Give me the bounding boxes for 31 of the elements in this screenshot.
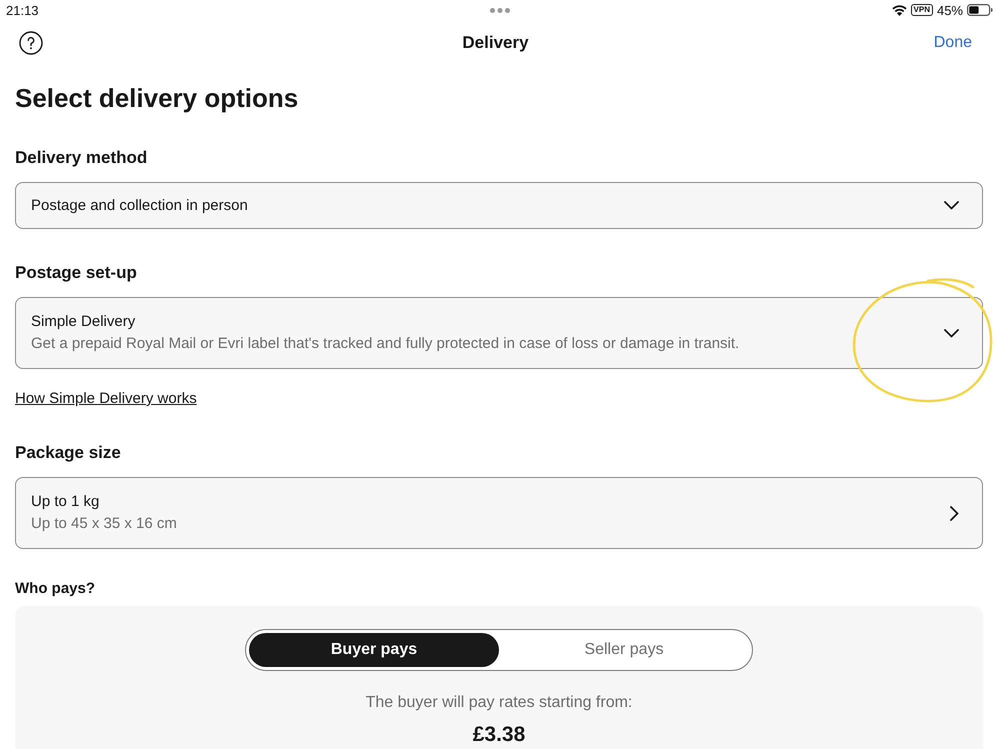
rate-note: The buyer will pay rates starting from: [366,693,632,713]
status-time: 21:13 [6,2,39,18]
wifi-icon [892,4,907,16]
who-pays-label: Who pays? [15,579,96,599]
chevron-right-icon [950,506,959,520]
help-icon [19,31,43,55]
section-label: Package size [15,442,121,464]
dropdown-value: Simple Delivery [31,312,136,332]
vpn-indicator: VPN [910,4,933,16]
price-value: £3.38 [472,722,526,748]
dropdown[interactable]: Simple Delivery Get a prepaid Royal Mail or Evri label that's tracked and fully protected in case of loss or damage in transit. [15,297,983,369]
option-value: Up to 1 kg [31,492,100,512]
chevron-down-icon [944,328,959,338]
segment-option[interactable]: Buyer pays [249,633,499,667]
battery-icon [967,4,993,16]
section-label: Postage set-up [15,262,137,284]
dropdown-value: Postage and collection in person [31,197,248,214]
screen-title: Delivery [462,33,529,53]
dropdown[interactable]: Postage and collection in person [15,182,983,229]
text-link[interactable]: How Simple Delivery works [15,389,197,409]
option-description: Up to 45 x 35 x 16 cm [31,514,177,534]
page-heading: Select delivery options [15,82,298,114]
battery-percentage: 45% [936,2,963,18]
chevron-down-icon [944,201,959,210]
option-row-button[interactable]: Up to 1 kg Up to 45 x 35 x 16 cm [15,477,983,549]
more-dots-icon [490,8,510,12]
option-description: Get a prepaid Royal Mail or Evri label that's tracked and fully protected in case of loss or damage in transit. [31,334,740,354]
section-label: Delivery method [15,147,148,169]
done-button[interactable]: Done [934,34,972,52]
segment-option[interactable]: Seller pays [499,633,749,667]
help-button[interactable] [19,31,43,55]
